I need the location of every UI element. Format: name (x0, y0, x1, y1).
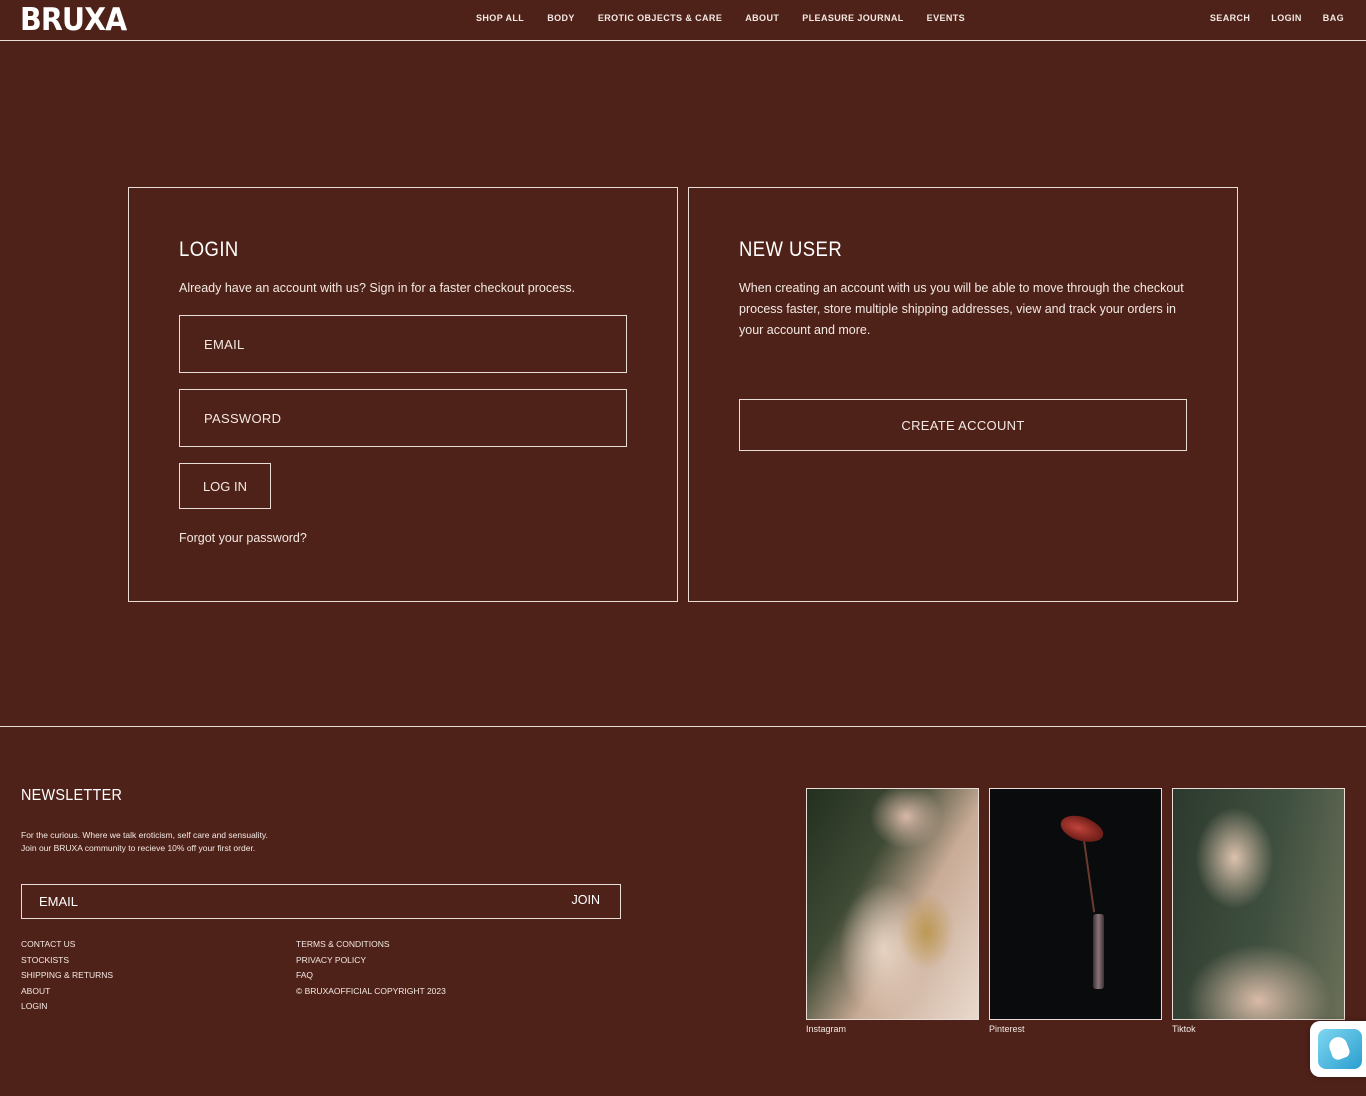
join-button[interactable]: JOIN (572, 893, 600, 907)
pinterest-label[interactable]: Pinterest (989, 1024, 1162, 1034)
nav-shop-all[interactable]: SHOP ALL (476, 13, 524, 23)
nav-erotic-objects-care[interactable]: EROTIC OBJECTS & CARE (598, 13, 722, 23)
footer-copyright: © BRUXAOFFICIAL COPYRIGHT 2023 (296, 985, 446, 996)
newsletter-line-1: For the curious. Where we talk eroticism… (21, 830, 268, 840)
login-title: LOGIN (179, 238, 239, 261)
vase (1093, 914, 1104, 989)
bag-link[interactable]: BAG (1323, 13, 1344, 23)
accessibility-widget-button[interactable] (1310, 1021, 1366, 1077)
footer-divider (0, 726, 1366, 727)
nav-body[interactable]: BODY (547, 13, 575, 23)
footer-login[interactable]: LOGIN (21, 1001, 113, 1012)
instagram-image[interactable] (806, 788, 979, 1020)
login-description: Already have an account with us? Sign in… (179, 281, 576, 295)
footer-privacy[interactable]: PRIVACY POLICY (296, 955, 446, 966)
password-placeholder: PASSWORD (204, 410, 282, 426)
nav-events[interactable]: EVENTS (927, 13, 965, 23)
newsletter-text: For the curious. Where we talk eroticism… (21, 829, 321, 855)
footer-links-col1: CONTACT US STOCKISTS SHIPPING & RETURNS … (21, 939, 113, 1012)
password-field[interactable]: PASSWORD (179, 389, 627, 447)
newsletter-line-2: Join our BRUXA community to recieve 10% … (21, 843, 256, 853)
new-user-description: When creating an account with us you wil… (739, 281, 1184, 337)
login-panel: LOGIN Already have an account with us? S… (128, 187, 678, 602)
footer-about[interactable]: ABOUT (21, 986, 113, 997)
footer-stockists[interactable]: STOCKISTS (21, 955, 113, 966)
instagram-tile[interactable]: Instagram (806, 788, 979, 1034)
footer-contact-us[interactable]: CONTACT US (21, 939, 113, 950)
tiktok-tile[interactable]: Tiktok (1172, 788, 1345, 1034)
newsletter-form: EMAIL JOIN (21, 884, 621, 919)
flower-stem (1082, 832, 1096, 913)
create-account-button[interactable]: CREATE ACCOUNT (739, 399, 1187, 451)
footer-terms[interactable]: TERMS & CONDITIONS (296, 939, 446, 950)
utility-nav: SEARCH LOGIN BAG (1210, 13, 1344, 23)
forgot-password-link[interactable]: Forgot your password? (179, 531, 307, 545)
new-user-title: NEW USER (739, 238, 843, 261)
email-placeholder: EMAIL (204, 336, 245, 352)
new-user-panel: NEW USER When creating an account with u… (688, 187, 1238, 602)
login-link[interactable]: LOGIN (1271, 13, 1302, 23)
footer-shipping-returns[interactable]: SHIPPING & RETURNS (21, 970, 113, 981)
flower-bloom (1057, 810, 1107, 848)
nav-pleasure-journal[interactable]: PLEASURE JOURNAL (802, 13, 903, 23)
brand-logo[interactable]: BRUXA (20, 2, 127, 38)
newsletter-title: NEWSLETTER (21, 787, 123, 804)
footer-faq[interactable]: FAQ (296, 970, 446, 981)
hand-icon (1318, 1029, 1362, 1069)
log-in-button[interactable]: LOG IN (179, 463, 271, 509)
email-field[interactable]: EMAIL (179, 315, 627, 373)
site-header: BRUXA SHOP ALL BODY EROTIC OBJECTS & CAR… (0, 0, 1366, 41)
instagram-label[interactable]: Instagram (806, 1024, 979, 1034)
nav-about[interactable]: ABOUT (745, 13, 779, 23)
pinterest-image[interactable] (989, 788, 1162, 1020)
newsletter-email-input[interactable]: EMAIL (39, 894, 78, 909)
pinterest-tile[interactable]: Pinterest (989, 788, 1162, 1034)
search-link[interactable]: SEARCH (1210, 13, 1250, 23)
footer-links-col2: TERMS & CONDITIONS PRIVACY POLICY FAQ © … (296, 939, 446, 996)
tiktok-image[interactable] (1172, 788, 1345, 1020)
main-nav: SHOP ALL BODY EROTIC OBJECTS & CARE ABOU… (476, 13, 965, 23)
